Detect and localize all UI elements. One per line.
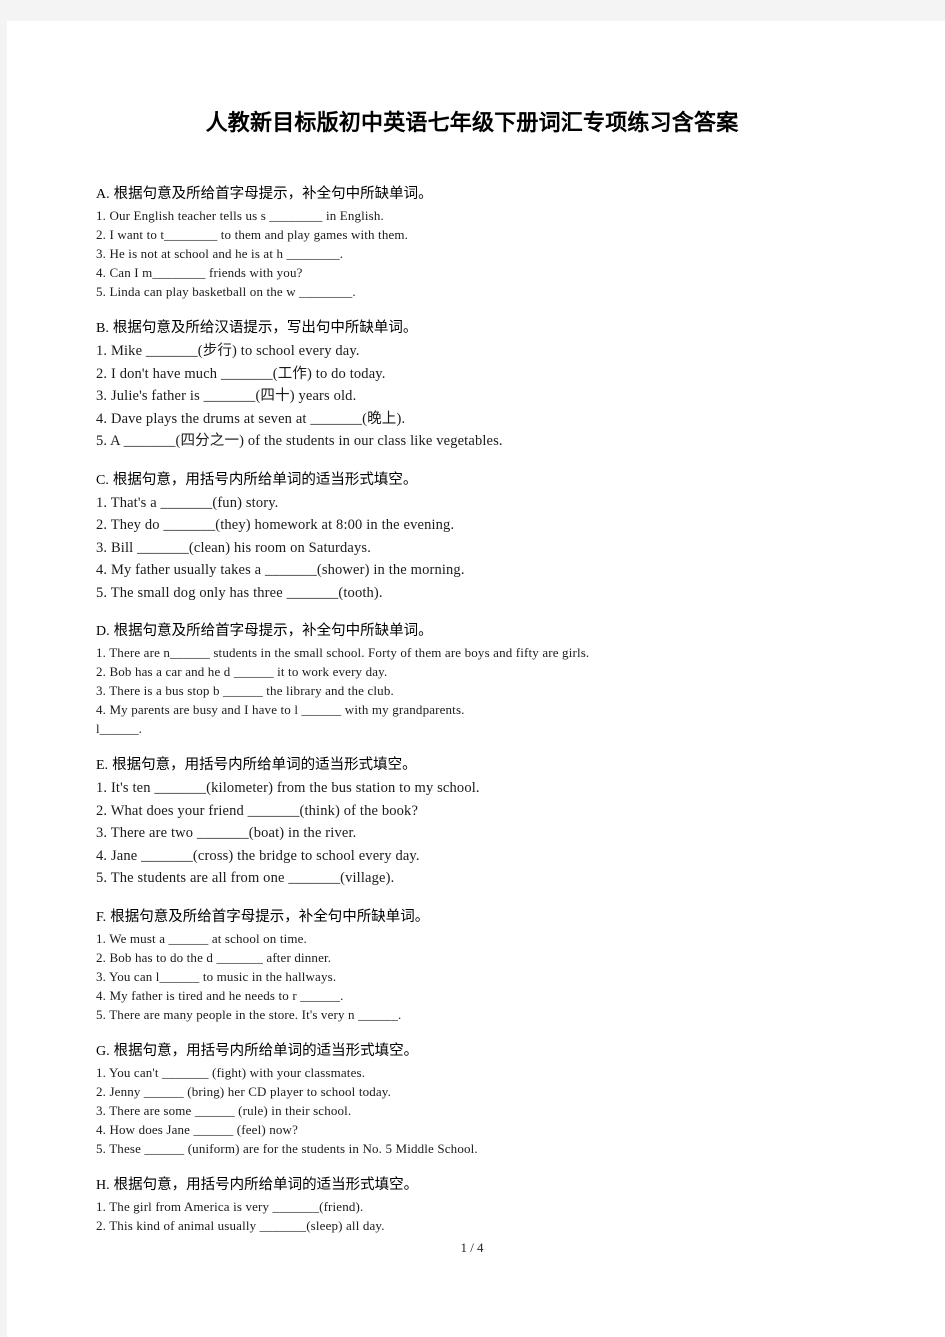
section-letter: E. [96,758,109,773]
question-item: 5. Linda can play basketball on the w __… [96,284,356,299]
section-letter: G. [96,1043,110,1059]
question-item: 1. The girl from America is very _______… [96,1198,364,1214]
question-list: 1. The girl from America is very _______… [96,1197,896,1235]
question-item: 2. I don't have much _______(工作) to do t… [96,365,386,382]
section-heading: C. 根据句意，用括号内所给单词的适当形式填空。 [96,470,896,491]
question-item: 5. The small dog only has three _______(… [96,584,383,601]
document-page: 人教新目标版初中英语七年级下册词汇专项练习含答案 A. 根据句意及所给首字母提示… [7,21,945,1337]
question-item: 3. You can l______ to music in the hallw… [96,968,337,984]
question-item: 1. Mike _______(步行) to school every day. [96,343,360,359]
question-item: 1. Our English teacher tells us s ______… [96,208,384,223]
question-item: 2. I want to t________ to them and play … [96,227,409,242]
question-item: 2. Bob has a car and he d ______ it to w… [96,664,388,679]
question-list: 1. It's ten _______(kilometer) from the … [96,777,896,890]
question-item: 4. Dave plays the drums at seven at ____… [96,410,406,427]
exercise-section: A. 根据句意及所给首字母提示，补全句中所缺单词。 1. Our English … [96,184,896,301]
exercise-section: D. 根据句意及所给首字母提示，补全句中所缺单词。 1. There are n_… [96,621,896,738]
page-footer: 1 / 4 [460,1240,484,1255]
question-item: 3. There are two _______(boat) in the ri… [96,825,357,841]
question-item: 5. A _______(四分之一) of the students in ou… [96,433,503,449]
question-item: 4. My father is tired and he needs to r … [96,987,344,1003]
question-item: 3. There is a bus stop b ______ the libr… [96,683,394,698]
document-body: A. 根据句意及所给首字母提示，补全句中所缺单词。 1. Our English … [96,184,896,1252]
question-item: 2. Bob has to do the d _______ after din… [96,949,332,965]
exercise-section: C. 根据句意，用括号内所给单词的适当形式填空。 1. That's a ____… [96,470,896,605]
question-item: 4. My father usually takes a _______(sho… [96,562,465,578]
question-item: 5. The students are all from one _______… [96,870,395,886]
question-item: 3. There are some ______ (rule) in their… [96,1102,352,1118]
question-list: 1. That's a _______(fun) story. 2. They d… [96,492,896,605]
section-heading: H. 根据句意，用括号内所给单词的适当形式填空。 [96,1175,896,1196]
section-instruction: 根据句意及所给首字母提示，补全句中所缺单词。 [110,908,430,925]
question-item: 3. Bill _______(clean) his room on Satur… [96,539,371,556]
section-letter: A. [96,187,110,202]
section-letter: B. [96,321,109,336]
question-list: 1. Our English teacher tells us s ______… [96,206,896,301]
question-item: 2. What does your friend _______(think) … [96,802,419,819]
question-item: 3. Julie's father is _______(四十) years o… [96,388,357,404]
section-instruction: 根据句意，用括号内所给单词的适当形式填空。 [112,757,417,773]
section-letter: C. [96,472,109,488]
question-list: 1. You can't _______ (fight) with your c… [96,1063,896,1158]
section-heading: F. 根据句意及所给首字母提示，补全句中所缺单词。 [96,907,896,928]
exercise-section: E. 根据句意，用括号内所给单词的适当形式填空。 1. It's ten ____… [96,755,896,890]
question-item: 1. We must a ______ at school on time. [96,930,307,946]
section-letter: D. [96,624,110,639]
exercise-section: H. 根据句意，用括号内所给单词的适当形式填空。 1. The girl from… [96,1175,896,1235]
question-item: 2. Jenny ______ (bring) her CD player to… [96,1083,392,1099]
section-instruction: 根据句意及所给首字母提示，补全句中所缺单词。 [113,623,433,639]
question-list: 1. There are n______ students in the sma… [96,643,896,719]
section-instruction: 根据句意，用括号内所给单词的适当形式填空。 [113,1042,419,1059]
section-instruction: 根据句意，用括号内所给单词的适当形式填空。 [112,471,418,488]
question-continuation: l______. [96,721,142,736]
question-item: 4. How does Jane ______ (feel) now? [96,1121,299,1137]
exercise-section: F. 根据句意及所给首字母提示，补全句中所缺单词。 1. We must a __… [96,907,896,1024]
exercise-section: B. 根据句意及所给汉语提示，写出句中所缺单词。 1. Mike _______(… [96,318,896,453]
question-list: 1. We must a ______ at school on time. 2.… [96,929,896,1024]
question-item: 1. You can't _______ (fight) with your c… [96,1064,366,1080]
section-instruction: 根据句意及所给汉语提示，写出句中所缺单词。 [112,320,418,336]
question-item: 5. There are many people in the store. I… [96,1006,402,1022]
question-list: 1. Mike _______(步行) to school every day.… [96,340,896,453]
question-item: 4. Can I m________ friends with you? [96,265,303,280]
section-heading: E. 根据句意，用括号内所给单词的适当形式填空。 [96,755,896,776]
section-letter: F. [96,909,107,925]
question-item: 1. It's ten _______(kilometer) from the … [96,780,480,796]
question-item: 2. They do _______(they) homework at 8:0… [96,517,455,533]
section-letter: H. [96,1177,110,1193]
section-heading: A. 根据句意及所给首字母提示，补全句中所缺单词。 [96,184,896,205]
question-item: 4. My parents are busy and I have to l _… [96,702,465,717]
question-item: 5. These ______ (uniform) are for the st… [96,1140,478,1156]
section-instruction: 根据句意，用括号内所给单词的适当形式填空。 [113,1176,419,1193]
section-heading: G. 根据句意，用括号内所给单词的适当形式填空。 [96,1041,896,1062]
section-instruction: 根据句意及所给首字母提示，补全句中所缺单词。 [113,186,433,202]
section-heading: D. 根据句意及所给首字母提示，补全句中所缺单词。 [96,621,896,642]
question-item: 3. He is not at school and he is at h __… [96,246,344,261]
question-item: 2. This kind of animal usually _______(s… [96,1217,385,1233]
question-item: 4. Jane _______(cross) the bridge to sch… [96,847,420,864]
question-item: 1. There are n______ students in the sma… [96,645,590,660]
page-title: 人教新目标版初中英语七年级下册词汇专项练习含答案 [205,110,739,135]
exercise-section: G. 根据句意，用括号内所给单词的适当形式填空。 1. You can't ___… [96,1041,896,1158]
section-heading: B. 根据句意及所给汉语提示，写出句中所缺单词。 [96,318,896,339]
question-item: 1. That's a _______(fun) story. [96,494,279,511]
